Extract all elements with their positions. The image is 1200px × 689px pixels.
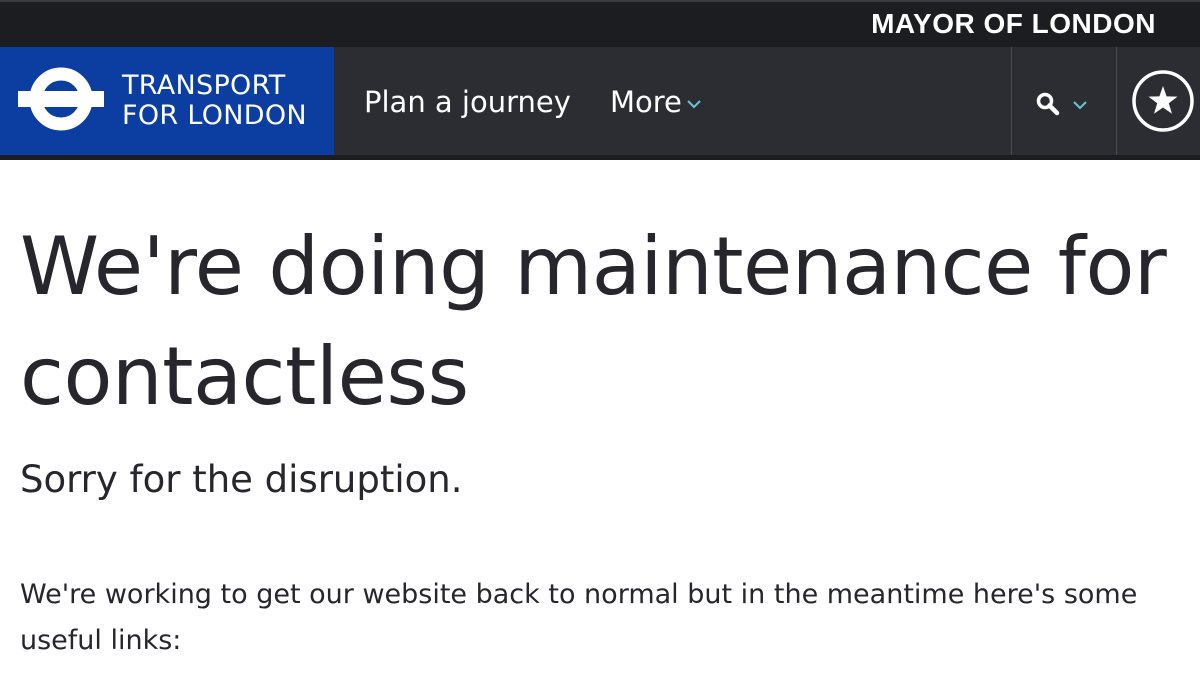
more-menu-label: More: [610, 85, 682, 119]
chevron-down-icon: [1073, 101, 1087, 110]
tfl-logo-link[interactable]: TRANSPORT FOR LONDON: [0, 47, 334, 155]
nav-bottom-border: [0, 155, 1200, 160]
page-subheading: Sorry for the disruption.: [20, 458, 463, 501]
logo-line-transport: TRANSPORT: [122, 70, 286, 101]
top-divider: [0, 0, 1200, 2]
plan-a-journey-label: Plan a journey: [364, 85, 571, 119]
mayor-of-london-bar: MAYOR OF LONDON: [0, 0, 1200, 47]
search-icon: [1036, 92, 1060, 116]
page-body-text: We're working to get our website back to…: [20, 579, 1138, 656]
tfl-roundel-icon: [18, 67, 104, 131]
main-navigation: TRANSPORT FOR LONDON Plan a journey More: [0, 47, 1200, 155]
favourites-button[interactable]: [1117, 47, 1200, 155]
logo-line-for-london: FOR LONDON: [122, 100, 307, 131]
page-title: We're doing maintenance for contactless: [20, 220, 1167, 423]
star-icon: [1132, 70, 1194, 132]
tfl-logo-text: TRANSPORT FOR LONDON: [122, 71, 307, 131]
more-menu-button[interactable]: More: [610, 85, 702, 119]
search-button[interactable]: [1012, 47, 1116, 155]
plan-a-journey-link[interactable]: Plan a journey: [364, 85, 571, 119]
chevron-down-icon: [687, 100, 701, 109]
mayor-of-london-link[interactable]: MAYOR OF LONDON: [871, 9, 1156, 39]
